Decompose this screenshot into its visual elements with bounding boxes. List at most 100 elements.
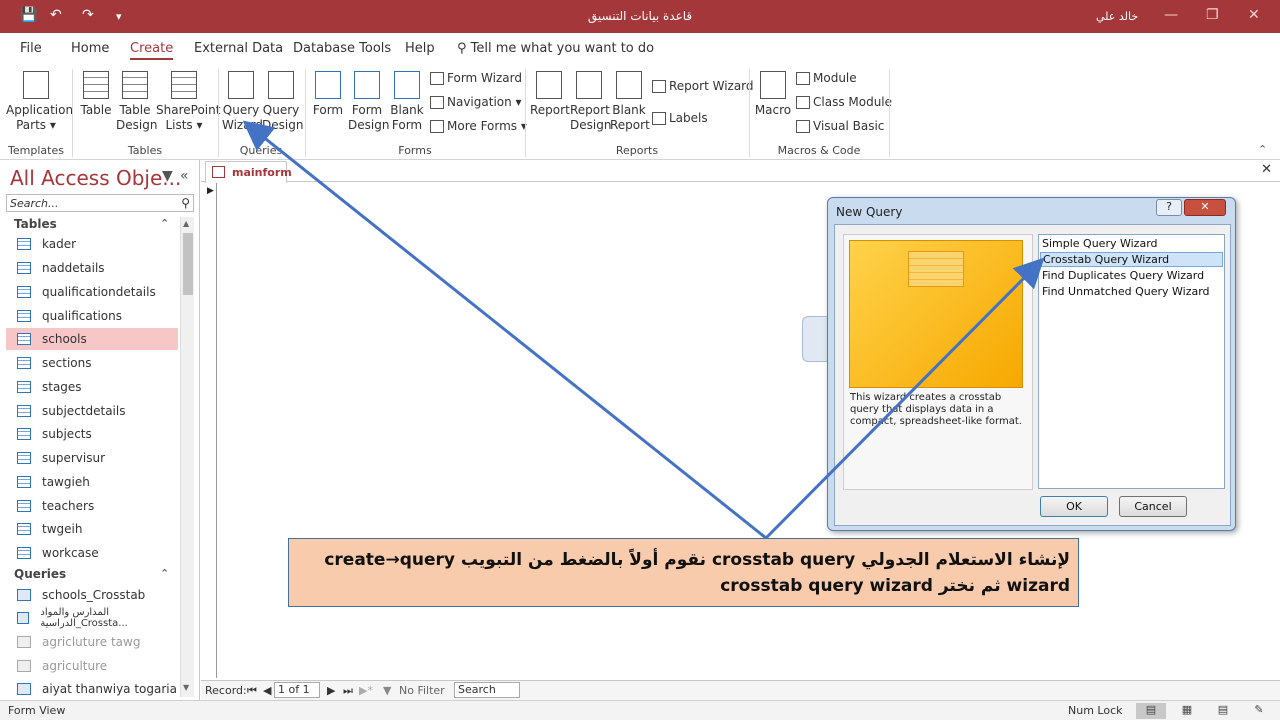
query-wizard-button[interactable]: Query Wizard	[222, 71, 263, 133]
blank-report-icon	[616, 71, 642, 99]
form-design-label-1: Form	[351, 103, 383, 117]
list-item[interactable]: schools_Crosstab	[6, 584, 178, 606]
list-item[interactable]: Simple Query Wizard	[1040, 237, 1223, 252]
next-record-icon[interactable]: ▶	[327, 684, 335, 697]
minimize-icon[interactable]: —	[1164, 7, 1178, 23]
blank-report-button[interactable]: Blank Report	[610, 71, 650, 133]
close-icon[interactable]: ✕	[1248, 7, 1260, 23]
collapse-chevron-icon[interactable]: ⌃	[160, 217, 169, 230]
restore-icon[interactable]: ❐	[1206, 7, 1219, 23]
list-item[interactable]: subjectdetails	[6, 400, 178, 422]
labels-button[interactable]: Labels	[652, 111, 708, 125]
ribbon-separator	[525, 69, 526, 157]
list-item[interactable]: workcase	[6, 542, 178, 564]
report-wizard-button[interactable]: Report Wizard	[652, 79, 754, 93]
scroll-down-icon[interactable]: ▼	[183, 683, 189, 692]
nav-search-placeholder: Search...	[10, 197, 59, 210]
first-record-icon[interactable]: ⏮	[247, 684, 257, 698]
table-design-button[interactable]: Table Design	[116, 71, 157, 133]
blank-form-button[interactable]: Blank Form	[388, 71, 426, 133]
user-name[interactable]: خالد علي	[1096, 10, 1138, 23]
form-button[interactable]: Form	[310, 71, 346, 118]
tab-database-tools[interactable]: Database Tools	[293, 41, 391, 56]
close-document-icon[interactable]: ✕	[1261, 162, 1272, 177]
class-module-button[interactable]: Class Module	[796, 95, 892, 109]
table-icon	[17, 310, 31, 322]
list-item[interactable]: qualificationdetails	[6, 281, 178, 303]
tab-file[interactable]: File	[20, 41, 42, 56]
navigation-icon	[430, 95, 444, 109]
tab-help[interactable]: Help	[405, 41, 435, 56]
nav-search-input[interactable]: Search... ⚲	[6, 194, 194, 212]
design-view-icon[interactable]: ✎	[1244, 703, 1274, 719]
sharepoint-lists-button[interactable]: SharePoint Lists ▾	[156, 71, 220, 133]
datasheet-view-icon[interactable]: ▦	[1172, 703, 1202, 719]
scroll-up-icon[interactable]: ▲	[183, 219, 189, 228]
previous-record-icon[interactable]: ◀	[263, 684, 271, 697]
list-item[interactable]: subjects	[6, 423, 178, 445]
form-design-button[interactable]: Form Design	[348, 71, 389, 133]
table-button[interactable]: Table	[78, 71, 114, 118]
tab-create[interactable]: Create	[130, 41, 174, 60]
layout-view-icon[interactable]: ▤	[1208, 703, 1238, 719]
report-button[interactable]: Report	[530, 71, 570, 118]
tables-section-header[interactable]: Tables ⌃	[14, 217, 169, 231]
nav-pane-title[interactable]: All Access Obje...	[10, 166, 181, 190]
scroll-thumb[interactable]	[183, 233, 193, 295]
collapse-ribbon-icon[interactable]: ⌃	[1258, 143, 1267, 156]
tab-mainform[interactable]: mainform	[205, 161, 292, 183]
chevron-down-icon[interactable]: ▼	[162, 168, 173, 184]
form-wizard-button[interactable]: Form Wizard	[430, 71, 522, 85]
query-design-button[interactable]: Query Design	[262, 71, 303, 133]
list-item[interactable]: Find Unmatched Query Wizard	[1040, 285, 1223, 300]
cancel-button[interactable]: Cancel	[1119, 496, 1187, 517]
tab-external-data[interactable]: External Data	[194, 41, 283, 56]
last-record-icon[interactable]: ⏭	[343, 684, 353, 698]
query-type-list[interactable]: Simple Query Wizard Crosstab Query Wizar…	[1038, 234, 1225, 489]
list-item[interactable]: tawgieh	[6, 471, 178, 493]
tab-home[interactable]: Home	[71, 41, 109, 56]
current-record-field[interactable]: 1 of 1	[274, 682, 320, 698]
record-selector[interactable]: ▶	[201, 183, 217, 678]
list-item[interactable]: teachers	[6, 495, 178, 517]
group-reports: Reports	[615, 144, 659, 157]
list-item[interactable]: stages	[6, 376, 178, 398]
ok-button[interactable]: OK	[1040, 496, 1108, 517]
list-item[interactable]: Find Duplicates Query Wizard	[1040, 269, 1223, 284]
queries-section-header[interactable]: Queries ⌃	[14, 567, 169, 581]
help-button[interactable]: ?	[1156, 199, 1182, 216]
list-item[interactable]: supervisur	[6, 447, 178, 469]
application-parts-button[interactable]: Application Parts ▾	[6, 71, 73, 133]
dialog-close-button[interactable]: ✕	[1184, 199, 1226, 216]
visual-basic-button[interactable]: Visual Basic	[796, 119, 884, 133]
filter-label[interactable]: No Filter	[399, 684, 445, 697]
table-design-label-1: Table	[119, 103, 151, 117]
new-record-icon[interactable]: ▶*	[359, 684, 373, 697]
report-design-button[interactable]: Report Design	[570, 71, 611, 133]
list-item[interactable]: naddetails	[6, 257, 178, 279]
list-item-selected[interactable]: Crosstab Query Wizard	[1040, 252, 1223, 267]
more-forms-button[interactable]: More Forms ▾	[430, 119, 527, 133]
list-item[interactable]: agricluture tawg	[6, 631, 178, 653]
form-control-shape[interactable]	[802, 316, 828, 362]
module-button[interactable]: Module	[796, 71, 857, 85]
tell-me-search[interactable]: ⚲ Tell me what you want to do	[457, 41, 654, 56]
navigation-button[interactable]: Navigation ▾	[430, 95, 522, 109]
list-item-selected[interactable]: schools	[6, 328, 178, 350]
list-item[interactable]: sections	[6, 352, 178, 374]
search-icon[interactable]: ⚲	[181, 196, 190, 210]
record-search-input[interactable]: Search	[454, 682, 520, 698]
list-item[interactable]: qualifications	[6, 305, 178, 327]
shutter-bar-icon[interactable]: «	[180, 168, 189, 184]
list-item[interactable]: aiyat thanwiya togaria	[6, 678, 178, 700]
list-item[interactable]: المدارس والمواد الدراسية_Crossta...	[6, 607, 178, 629]
list-item[interactable]: twgeih	[6, 518, 178, 540]
list-item[interactable]: kader	[6, 233, 178, 255]
list-item[interactable]: agriculture	[6, 655, 178, 677]
collapse-chevron-icon[interactable]: ⌃	[160, 567, 169, 580]
nav-scrollbar[interactable]: ▲ ▼	[180, 217, 194, 697]
form-view-icon[interactable]: ▤	[1136, 703, 1166, 719]
ribbon-separator	[749, 69, 750, 157]
macro-button[interactable]: Macro	[754, 71, 792, 118]
lightbulb-icon: ⚲	[457, 41, 467, 56]
